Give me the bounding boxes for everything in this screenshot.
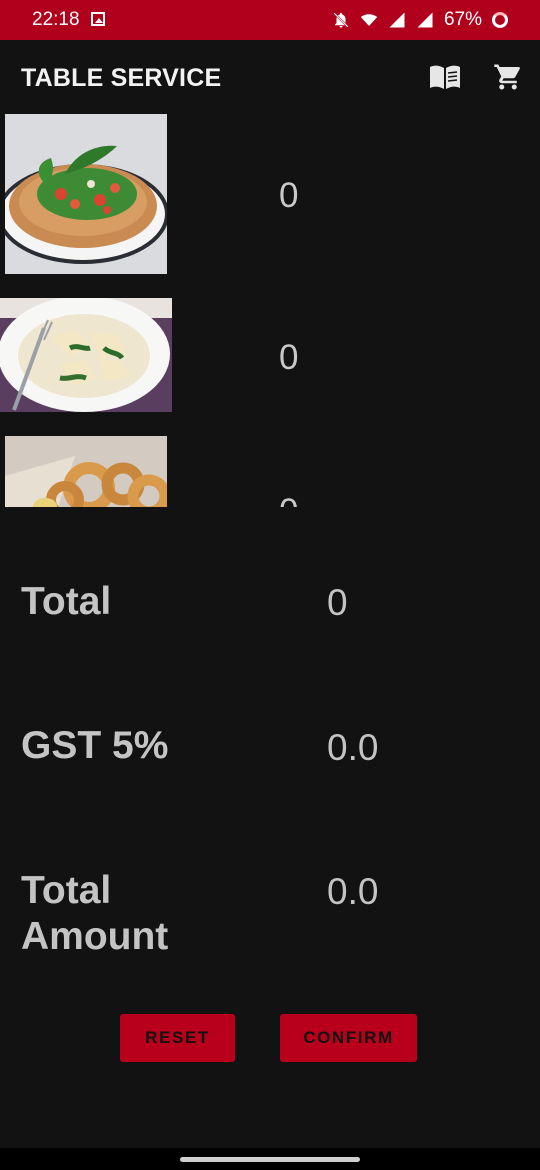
item-quantity: 0 (279, 338, 299, 377)
calamari-image (5, 436, 167, 507)
page-title: TABLE SERVICE (21, 64, 222, 92)
gst-label: GST 5% (21, 724, 169, 767)
bell-off-icon (333, 12, 349, 28)
reset-button[interactable]: RESET (120, 1014, 235, 1062)
home-gesture-handle[interactable] (180, 1157, 360, 1162)
battery-saver-icon (492, 12, 508, 28)
signal-icon (389, 12, 405, 28)
navigation-bar (0, 1148, 540, 1170)
list-item[interactable]: 0 (0, 436, 540, 507)
image-icon (91, 12, 105, 26)
menu-book-icon[interactable] (429, 64, 461, 90)
bruschetta-image (5, 114, 167, 274)
app-bar: TABLE SERVICE (0, 40, 540, 114)
status-bar: 22:18 67% (0, 0, 540, 40)
status-time: 22:18 (32, 9, 80, 30)
wifi-icon (360, 14, 378, 26)
confirm-button[interactable]: CONFIRM (280, 1014, 417, 1062)
list-item[interactable]: 0 (0, 298, 540, 414)
total-value: 0 (327, 582, 348, 623)
total-amount-value: 0.0 (327, 871, 379, 912)
status-right: 67% (332, 8, 508, 32)
gst-value: 0.0 (327, 727, 379, 768)
cart-icon[interactable] (493, 62, 523, 92)
total-amount-label: Total Amount (21, 869, 169, 958)
list-item[interactable]: 0 (0, 114, 540, 276)
ravioli-image (0, 298, 172, 412)
item-quantity: 0 (279, 492, 298, 507)
signal-icon-2 (417, 12, 433, 28)
total-label: Total (21, 580, 112, 623)
battery-percent: 67% (443, 9, 482, 30)
menu-item-list[interactable]: 0 0 (0, 114, 540, 507)
item-quantity: 0 (279, 176, 299, 215)
